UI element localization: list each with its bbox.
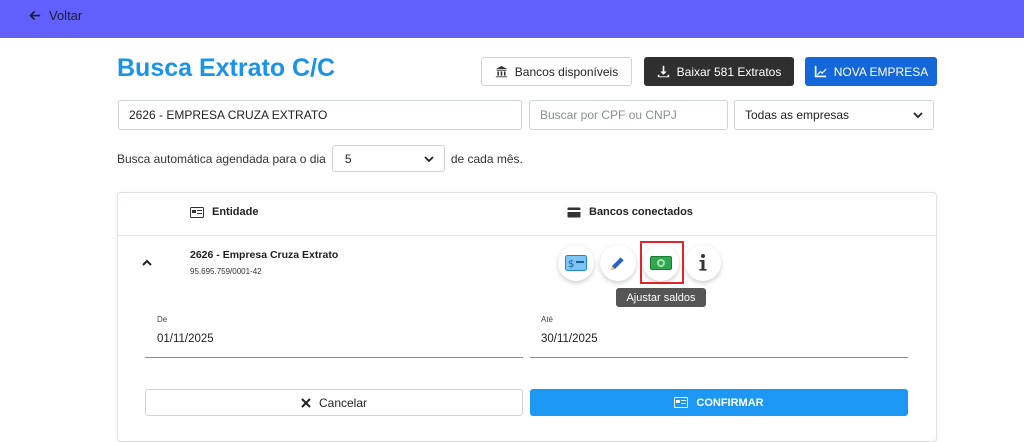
download-statements-button[interactable]: Baixar 581 Extratos bbox=[644, 57, 794, 86]
column-header-entity-label: Entidade bbox=[212, 206, 259, 218]
to-date-label: Até bbox=[541, 315, 554, 324]
id-card-icon bbox=[190, 206, 204, 218]
from-date-field[interactable]: 01/11/2025 bbox=[157, 333, 214, 345]
column-header-entity: Entidade bbox=[190, 206, 258, 218]
header-divider bbox=[118, 235, 936, 236]
column-header-banks: Bancos conectados bbox=[567, 206, 693, 218]
available-banks-button[interactable]: Bancos disponíveis bbox=[481, 57, 632, 86]
company-scope-value: Todas as empresas bbox=[745, 108, 850, 122]
confirm-button[interactable]: CONFIRMAR bbox=[530, 389, 908, 416]
entity-document: 95.695.759/0001-42 bbox=[190, 267, 262, 276]
download-statements-label: Baixar 581 Extratos bbox=[676, 64, 782, 79]
schedule-suffix: de cada mês. bbox=[450, 151, 523, 166]
page-title: Busca Extrato C/C bbox=[117, 54, 336, 82]
svg-text:$: $ bbox=[568, 259, 574, 270]
info-button[interactable] bbox=[685, 245, 721, 281]
new-company-button[interactable]: NOVA EMPRESA bbox=[805, 57, 937, 86]
back-link[interactable]: Voltar bbox=[28, 8, 82, 23]
chevron-down-icon bbox=[424, 155, 434, 162]
schedule-day-select[interactable]: 5 bbox=[331, 145, 445, 172]
cpf-cnpj-search-input[interactable]: Buscar por CPF ou CNPJ bbox=[529, 100, 728, 130]
schedule-prefix: Busca automática agendada para o dia bbox=[117, 151, 326, 166]
id-card-icon bbox=[674, 397, 689, 408]
tooltip: Ajustar saldos bbox=[616, 288, 706, 307]
close-icon bbox=[301, 397, 311, 408]
chevron-down-icon bbox=[913, 112, 923, 119]
available-banks-label: Bancos disponíveis bbox=[514, 64, 619, 79]
company-scope-select[interactable]: Todas as empresas bbox=[734, 100, 934, 130]
top-bar: Voltar bbox=[0, 0, 1024, 38]
to-date-field[interactable]: 30/11/2025 bbox=[541, 333, 598, 345]
company-input[interactable]: 2626 - EMPRESA CRUZA EXTRATO bbox=[118, 100, 522, 130]
schedule-day-value: 5 bbox=[344, 151, 352, 166]
confirm-label: CONFIRMAR bbox=[696, 396, 764, 409]
money-card-icon: $ bbox=[565, 255, 587, 271]
arrow-left-icon bbox=[29, 10, 41, 21]
from-date-label: De bbox=[157, 315, 168, 324]
cancel-label: Cancelar bbox=[318, 395, 368, 410]
from-date-underline bbox=[145, 357, 523, 358]
chart-icon bbox=[814, 65, 826, 78]
chevron-up-icon[interactable] bbox=[140, 257, 154, 269]
cancel-button[interactable]: Cancelar bbox=[145, 389, 523, 416]
credit-card-icon bbox=[567, 207, 581, 217]
to-date-underline bbox=[530, 357, 908, 358]
pencil-icon bbox=[611, 256, 625, 270]
entity-name: 2626 - Empresa Cruza Extrato bbox=[190, 249, 339, 261]
column-header-banks-label: Bancos conectados bbox=[589, 206, 693, 218]
highlight-box bbox=[640, 241, 684, 284]
statement-action-button[interactable]: $ bbox=[558, 245, 594, 281]
bank-icon bbox=[495, 65, 507, 78]
info-icon bbox=[699, 254, 707, 271]
edit-button[interactable] bbox=[600, 245, 636, 281]
download-icon bbox=[657, 65, 669, 78]
back-label: Voltar bbox=[49, 8, 83, 23]
schedule-row: Busca automática agendada para o dia 5 d… bbox=[117, 145, 523, 172]
new-company-label: NOVA EMPRESA bbox=[833, 64, 929, 79]
